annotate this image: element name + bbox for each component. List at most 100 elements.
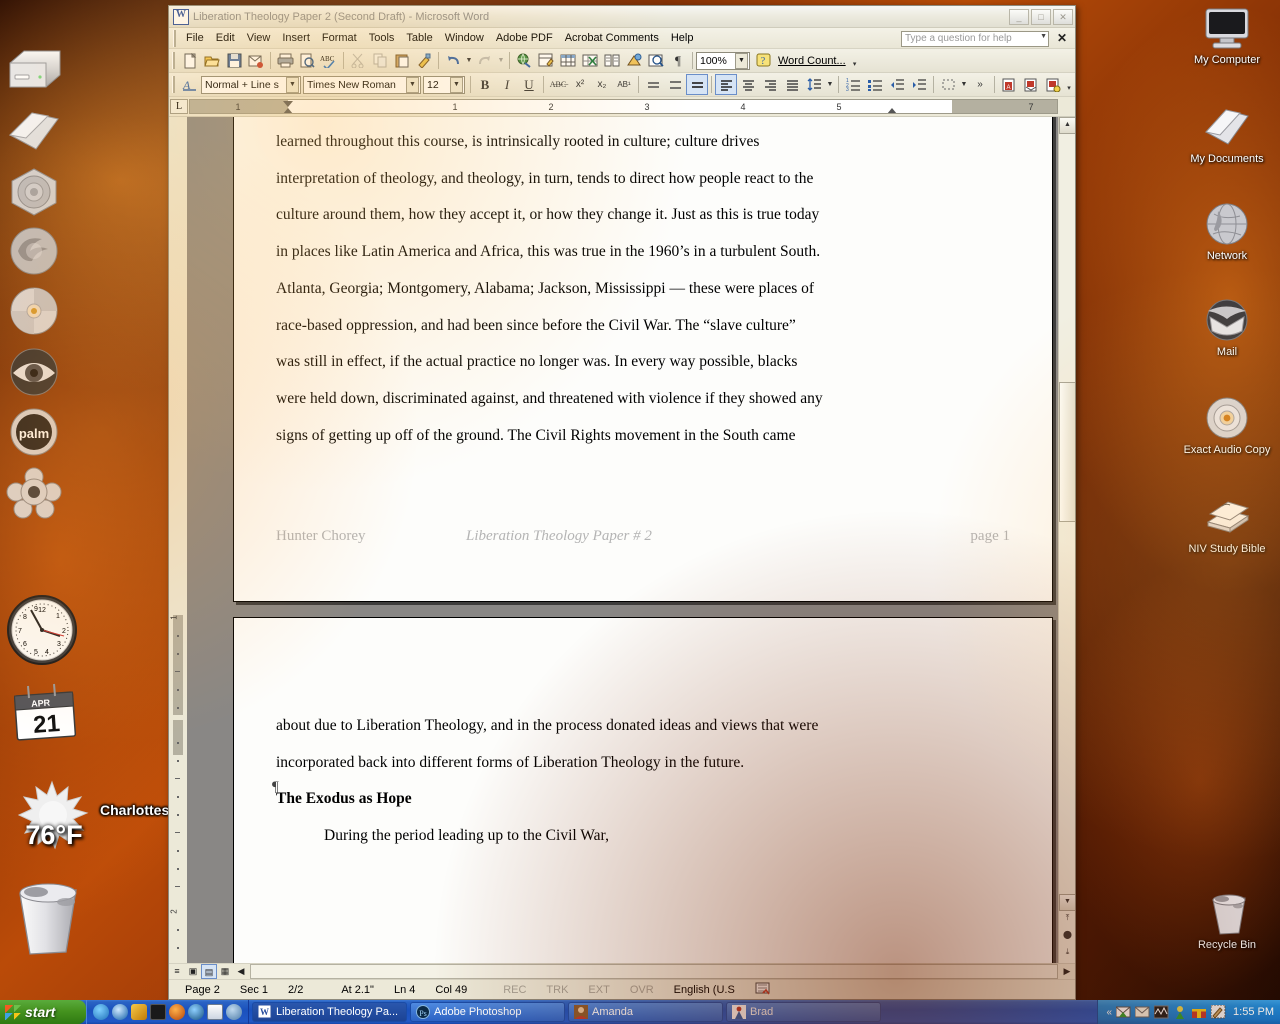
menu-help[interactable]: Help [665,30,700,46]
pdf-and-review-icon[interactable] [1042,74,1064,95]
columns-icon[interactable] [601,50,623,71]
task-list[interactable]: W Liberation Theology Pa... Ps Adobe Pho… [249,1000,1097,1024]
styles-and-formatting-icon[interactable]: A [179,74,201,95]
outline-view-icon[interactable]: ▦ [217,964,233,979]
previous-page-button[interactable]: ⤒ [1059,911,1075,927]
first-line-indent-marker[interactable] [283,101,293,107]
status-trk[interactable]: TRK [536,984,578,996]
tray-clock[interactable]: 1:55 PM [1233,1006,1274,1018]
spelling-status-icon[interactable] [745,981,782,998]
print-preview-icon[interactable] [296,50,318,71]
dock-item-disc[interactable] [4,284,64,344]
menu-grip[interactable] [173,29,178,47]
print-icon[interactable] [274,50,296,71]
word-window[interactable]: Liberation Theology Paper 2 (Second Draf… [168,5,1076,1000]
word-count-button[interactable]: Word Count... [774,55,850,67]
desktop-icon-my-documents[interactable]: My Documents [1172,104,1280,166]
convert-to-pdf-icon[interactable]: A [998,74,1020,95]
thunderbird-quicklaunch-icon[interactable] [188,1004,204,1020]
document-page-2[interactable]: about due to Liberation Theology, and in… [233,617,1053,963]
calendar-widget[interactable]: APR 21 [8,680,88,750]
status-ovr[interactable]: OVR [620,984,664,996]
scroll-up-button[interactable]: ▲ [1059,117,1075,134]
menu-adobe-pdf[interactable]: Adobe PDF [490,30,559,46]
dock-item-firefox[interactable] [4,224,64,284]
pencil-tray-icon[interactable] [1210,1004,1226,1020]
animate-text-icon[interactable]: AB¹ [613,74,635,95]
desktop-icon-mail[interactable]: Mail [1172,297,1280,359]
menu-format[interactable]: Format [316,30,363,46]
firefox-quicklaunch-icon[interactable] [169,1004,185,1020]
tables-and-borders-icon[interactable] [535,50,557,71]
scroll-left-button[interactable]: ◀ [233,964,249,979]
menu-insert[interactable]: Insert [276,30,316,46]
scroll-down-button[interactable]: ▼ [1059,894,1075,911]
align-center-icon[interactable] [737,74,759,95]
gift-tray-icon[interactable] [1192,1005,1207,1020]
zoom-combo[interactable]: 100% ▼ [696,51,750,70]
scroll-right-button[interactable]: ▶ [1059,964,1075,979]
hanging-indent-marker[interactable] [283,108,293,113]
italic-button[interactable]: I [496,74,518,95]
notepad-quicklaunch-icon[interactable] [207,1004,223,1020]
select-browse-object-button[interactable]: ⬤ [1059,928,1075,944]
office-assistant-icon[interactable]: ? [752,50,774,71]
pages-viewport[interactable]: learned throughout this course, is intri… [187,117,1058,963]
tab-stop-selector[interactable]: L [170,99,188,114]
save-icon[interactable] [223,50,245,71]
menu-acrobat-comments[interactable]: Acrobat Comments [559,30,665,46]
vertical-scrollbar[interactable]: ▲ ▼ ⤒ ⬤ ⤓ [1058,117,1075,963]
start-button[interactable]: start [0,1000,86,1024]
borders-icon[interactable] [937,74,959,95]
menu-view[interactable]: View [241,30,277,46]
subscript-icon[interactable]: x₂ [591,74,613,95]
winamp-tray-icon[interactable] [1153,1005,1169,1020]
open-folder-icon[interactable] [201,50,223,71]
numbered-list-icon[interactable]: 123 [842,74,864,95]
decrease-spacing-icon[interactable] [642,74,664,95]
menu-bar[interactable]: File Edit View Insert Format Tools Table… [169,28,1075,49]
menu-window[interactable]: Window [439,30,490,46]
menu-edit[interactable]: Edit [210,30,241,46]
horizontal-scroll-track[interactable] [250,964,1058,979]
document-map-icon[interactable] [645,50,667,71]
new-document-icon[interactable] [179,50,201,71]
next-page-button[interactable]: ⤓ [1059,945,1075,961]
menu-file[interactable]: File [180,30,210,46]
show-formatting-marks-icon[interactable]: ¶ [667,50,689,71]
format-painter-icon[interactable] [413,50,435,71]
internet-explorer-quicklaunch-icon[interactable] [93,1004,109,1020]
align-left-icon[interactable] [715,74,737,95]
justify-icon[interactable] [781,74,803,95]
drawing-icon[interactable] [623,50,645,71]
font-size-combo[interactable]: 12 ▼ [423,75,465,94]
dock-item-palm[interactable]: palm [4,405,64,465]
dock-item-computer-drive[interactable] [4,45,64,105]
formatting-toolbar[interactable]: A Normal + Line s ▼ Times New Roman ▼ 12… [169,73,1075,97]
style-combo[interactable]: Normal + Line s ▼ [201,75,301,94]
dock-item-speaker[interactable] [4,165,64,225]
analog-clock-widget[interactable]: 12 1 2 3 4 5 6 7 8 9 [6,594,78,666]
desktop-icon-niv-study-bible[interactable]: NIV Study Bible [1172,494,1280,556]
font-size-dropdown-icon[interactable]: ▼ [450,76,463,93]
insert-hyperlink-icon[interactable] [513,50,535,71]
status-language[interactable]: English (U.S [664,984,745,996]
status-ext[interactable]: EXT [578,984,619,996]
menu-table[interactable]: Table [400,30,438,46]
minimize-button[interactable]: _ [1009,8,1029,25]
increase-spacing-icon[interactable] [664,74,686,95]
font-dropdown-icon[interactable]: ▼ [406,76,419,93]
desktop-icon-network[interactable]: Network [1172,201,1280,263]
undo-dropdown-icon[interactable]: ▼ [464,57,474,64]
desktop-icon-my-computer[interactable]: My Computer [1172,5,1280,67]
vertical-ruler[interactable]: 1 2 [169,117,187,963]
line-spacing-icon[interactable] [803,74,825,95]
show-desktop-icon[interactable] [226,1004,242,1020]
status-bar[interactable]: Page 2 Sec 1 2/2 At 2.1" Ln 4 Col 49 REC… [169,979,1075,999]
quick-launch-bar[interactable] [86,1000,249,1024]
tray-expand-icon[interactable]: « [1106,1007,1112,1018]
strikethrough-icon[interactable]: A̶B̶C̶ [547,74,569,95]
formatting-toolbar-grip[interactable] [172,76,177,93]
document-area[interactable]: 1 2 learned throughout this course, is i… [169,117,1075,963]
chevron-down-icon[interactable]: ▼ [1040,33,1047,40]
